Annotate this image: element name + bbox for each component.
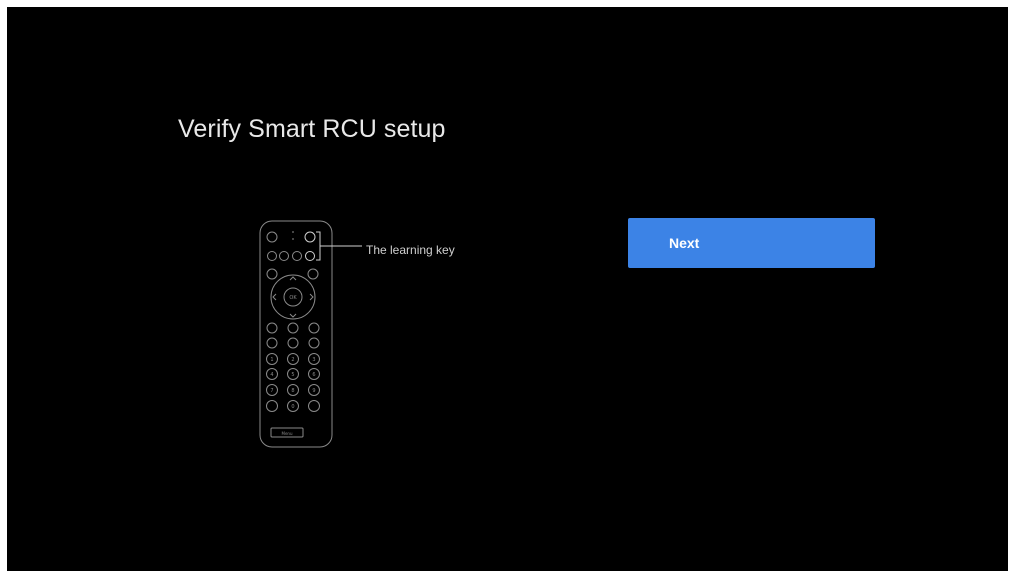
svg-text:3: 3 xyxy=(312,357,315,363)
svg-text:1: 1 xyxy=(270,357,273,363)
svg-text:8: 8 xyxy=(291,388,294,394)
svg-text:0: 0 xyxy=(291,404,294,410)
svg-text:5: 5 xyxy=(291,372,294,378)
ok-key-label: OK xyxy=(289,295,297,301)
learning-key-label: The learning key xyxy=(366,243,455,257)
svg-text:7: 7 xyxy=(270,388,273,394)
setup-screen: Verify Smart RCU setup OK 1 2 3 4 5 6 7 … xyxy=(7,7,1008,571)
next-button[interactable]: Next xyxy=(628,218,875,268)
svg-text:2: 2 xyxy=(291,357,294,363)
svg-text:4: 4 xyxy=(270,372,273,378)
remote-illustration: OK 1 2 3 4 5 6 7 8 9 0 Menu The learning key xyxy=(252,219,472,459)
page-title: Verify Smart RCU setup xyxy=(178,115,446,143)
remote-brand-label: Menu xyxy=(282,431,293,436)
svg-text:9: 9 xyxy=(312,388,315,394)
svg-text:6: 6 xyxy=(312,372,315,378)
